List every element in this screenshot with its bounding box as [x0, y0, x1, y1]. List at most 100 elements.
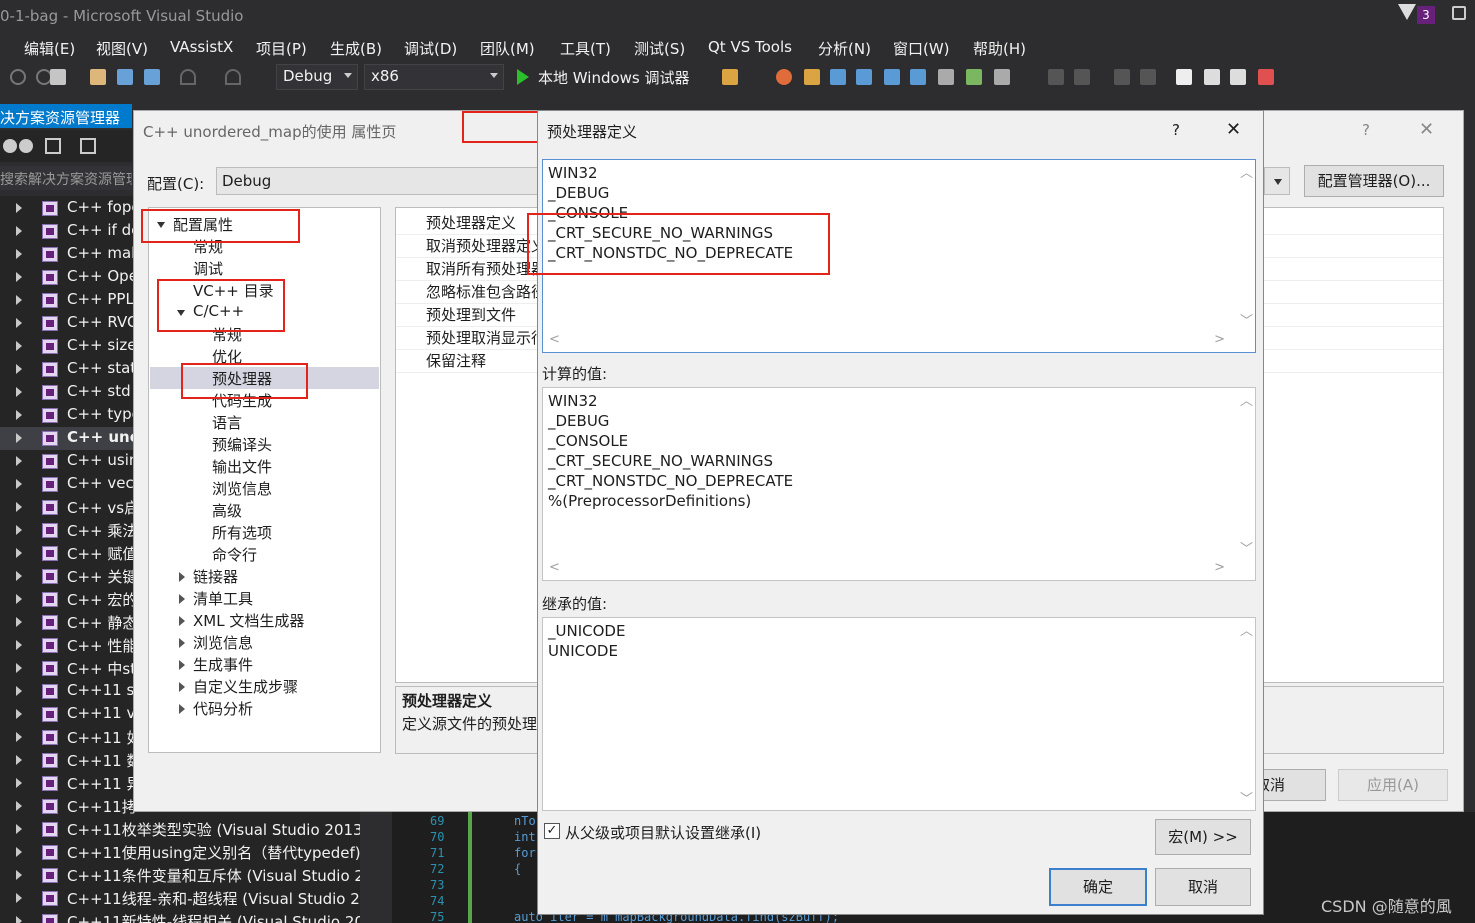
expand-icon[interactable] — [16, 433, 22, 443]
tool-icon-1[interactable] — [722, 69, 738, 85]
home-icon[interactable] — [45, 138, 61, 154]
expand-icon[interactable] — [16, 663, 22, 673]
expand-icon[interactable] — [16, 249, 22, 259]
expand-icon[interactable] — [16, 479, 22, 489]
tree-collapsed-node[interactable]: 生成事件 — [193, 654, 253, 675]
expand-icon[interactable] — [179, 572, 185, 582]
menu-item-11[interactable]: 窗口(W) — [893, 38, 950, 59]
bookmark-clear-icon[interactable] — [1258, 69, 1274, 85]
tree-collapsed-node[interactable]: 代码分析 — [193, 698, 253, 719]
expand-icon[interactable] — [16, 640, 22, 650]
menu-item-5[interactable]: 调试(D) — [404, 38, 457, 59]
tree-collapsed-node[interactable]: 清单工具 — [193, 588, 253, 609]
expand-icon[interactable] — [16, 732, 22, 742]
expand-icon[interactable] — [16, 525, 22, 535]
expand-icon[interactable] — [16, 870, 22, 880]
expand-icon[interactable] — [16, 272, 22, 282]
tree-collapsed-node[interactable]: XML 文档生成器 — [193, 610, 304, 631]
expand-icon[interactable] — [16, 502, 22, 512]
expand-icon[interactable] — [16, 755, 22, 765]
tool-icon-6[interactable] — [884, 69, 900, 85]
config-manager-button[interactable]: 配置管理器(O)... — [1304, 165, 1444, 197]
tool-icon-13[interactable] — [1114, 69, 1130, 85]
menu-item-8[interactable]: 测试(S) — [634, 38, 685, 59]
play-icon[interactable] — [517, 69, 529, 85]
ok-button[interactable]: 确定 — [1049, 868, 1147, 906]
expand-icon[interactable] — [16, 226, 22, 236]
tree-cpp-child[interactable]: 输出文件 — [212, 456, 272, 477]
expand-icon[interactable] — [16, 548, 22, 558]
tree-collapsed-node[interactable]: 自定义生成步骤 — [193, 676, 298, 697]
expand-icon[interactable] — [179, 660, 185, 670]
expand-icon[interactable] — [179, 638, 185, 648]
save-icon[interactable] — [117, 69, 133, 85]
expand-icon[interactable] — [179, 616, 185, 626]
expand-icon[interactable] — [16, 847, 22, 857]
expand-icon[interactable] — [16, 295, 22, 305]
property-row[interactable]: 保留注释 — [426, 350, 486, 371]
dialog-help-button[interactable]: ? — [1172, 121, 1180, 139]
macros-button[interactable]: 宏(M) >> — [1155, 819, 1251, 855]
close-button[interactable]: ✕ — [1419, 119, 1434, 140]
project-item[interactable]: C++11使用using定义别名（替代typedef) — [0, 841, 360, 864]
menu-item-1[interactable]: 视图(V) — [96, 38, 148, 59]
tree-debugging[interactable]: 调试 — [193, 258, 223, 279]
expand-icon[interactable] — [16, 893, 22, 903]
tree-cpp-child[interactable]: 浏览信息 — [212, 478, 272, 499]
tool-icon-2[interactable] — [776, 69, 792, 85]
notification-badge[interactable]: 3 — [1417, 6, 1435, 24]
feedback-icon[interactable] — [1452, 6, 1466, 20]
project-item[interactable]: C++11条件变量和互斥体 (Visual Studio 20 — [0, 864, 360, 887]
expand-icon[interactable] — [16, 916, 22, 923]
tool-icon-9[interactable] — [966, 69, 982, 85]
forward-icon[interactable] — [19, 139, 33, 153]
expand-icon[interactable] — [16, 801, 22, 811]
expand-icon[interactable] — [16, 456, 22, 466]
config-select[interactable]: Debug — [216, 167, 546, 195]
save-all-icon[interactable] — [144, 69, 160, 85]
tool-icon-10[interactable] — [994, 69, 1010, 85]
bookmark-icon[interactable] — [1176, 69, 1192, 85]
tool-icon-11[interactable] — [1048, 69, 1064, 85]
expand-icon[interactable] — [16, 709, 22, 719]
expand-icon[interactable] — [16, 571, 22, 581]
inherit-checkbox[interactable]: ✓ — [544, 823, 560, 839]
menu-item-7[interactable]: 工具(T) — [560, 38, 611, 59]
expand-icon[interactable] — [179, 682, 185, 692]
open-file-icon[interactable] — [90, 69, 106, 85]
tree-collapsed-node[interactable]: 浏览信息 — [193, 632, 253, 653]
help-button[interactable]: ? — [1362, 121, 1370, 139]
menu-item-3[interactable]: 项目(P) — [256, 38, 307, 59]
expand-icon[interactable] — [16, 364, 22, 374]
tool-icon-12[interactable] — [1074, 69, 1090, 85]
menu-item-9[interactable]: Qt VS Tools — [708, 38, 792, 56]
menu-item-0[interactable]: 编辑(E) — [24, 38, 75, 59]
project-item[interactable]: C++11线程-亲和-超线程 (Visual Studio 20 — [0, 887, 360, 910]
dialog-close-button[interactable]: ✕ — [1226, 119, 1241, 140]
expand-icon[interactable] — [16, 341, 22, 351]
expand-icon[interactable] — [16, 686, 22, 696]
run-debugger-button[interactable]: 本地 Windows 调试器 — [538, 67, 690, 88]
apply-button[interactable]: 应用(A) — [1338, 769, 1448, 801]
expand-icon[interactable] — [179, 704, 185, 714]
redo-icon[interactable] — [225, 69, 241, 85]
expand-icon[interactable] — [16, 318, 22, 328]
solution-search-input[interactable]: 搜索解决方案资源管理 — [0, 166, 132, 190]
expand-icon[interactable] — [16, 824, 22, 834]
back-icon[interactable] — [10, 69, 26, 85]
menu-item-2[interactable]: VAssistX — [170, 38, 233, 56]
platform-select[interactable]: x86 — [364, 64, 504, 90]
property-row[interactable]: 预处理器定义 — [426, 212, 516, 233]
expand-icon[interactable] — [16, 410, 22, 420]
tool-icon-3[interactable] — [804, 69, 820, 85]
back-icon[interactable] — [3, 139, 17, 153]
project-item[interactable]: C++11新特性-线程相关 (Visual Studio 201 — [0, 910, 360, 923]
property-row[interactable]: 预处理到文件 — [426, 304, 516, 325]
bookmark-next-icon[interactable] — [1230, 69, 1246, 85]
tree-cpp-child[interactable]: 预编译头 — [212, 434, 272, 455]
sync-icon[interactable] — [80, 138, 96, 154]
menu-item-12[interactable]: 帮助(H) — [973, 38, 1026, 59]
dialog-cancel-button[interactable]: 取消 — [1155, 868, 1251, 906]
property-row[interactable]: 忽略标准包含路径 — [426, 281, 546, 302]
expand-icon[interactable] — [16, 778, 22, 788]
